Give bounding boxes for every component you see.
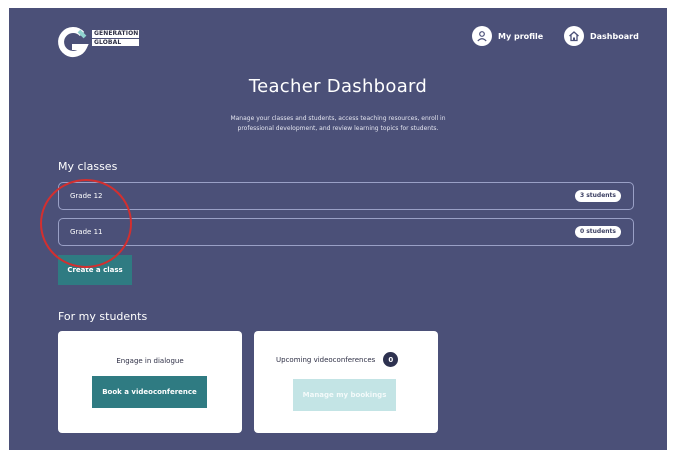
engage-dialogue-card: Engage in dialogue Book a videoconferenc… <box>58 331 242 433</box>
book-videoconference-button[interactable]: Book a videoconference <box>92 376 207 408</box>
card-header: Upcoming videoconferences 0 <box>276 352 399 367</box>
nav-dashboard[interactable]: Dashboard <box>564 26 639 46</box>
nav-dashboard-label: Dashboard <box>590 31 639 41</box>
class-row-grade-11[interactable]: Grade 11 0 students <box>58 218 634 246</box>
user-icon <box>472 26 492 46</box>
student-count-badge: 0 students <box>574 226 621 238</box>
page-subtitle: Manage your classes and students, access… <box>230 115 446 132</box>
nav-my-profile-label: My profile <box>498 31 544 41</box>
page-title: Teacher Dashboard <box>248 76 428 97</box>
home-icon <box>564 26 584 46</box>
for-my-students-heading: For my students <box>58 310 148 323</box>
card-title: Engage in dialogue <box>116 357 184 365</box>
nav-my-profile[interactable]: My profile <box>472 26 543 46</box>
class-row-grade-12[interactable]: Grade 12 3 students <box>58 182 634 210</box>
logo-wordmark: GENERATION GLOBAL <box>92 30 139 47</box>
videoconference-count-badge: 0 <box>383 352 399 367</box>
logo-line2: GLOBAL <box>92 38 139 46</box>
manage-bookings-button[interactable]: Manage my bookings <box>293 379 396 411</box>
red-circle-annotation <box>40 179 132 268</box>
logo[interactable]: GENERATION GLOBAL <box>55 26 139 60</box>
logo-line1: GENERATION <box>92 30 139 38</box>
card-title: Upcoming videoconferences <box>276 355 376 364</box>
logo-mark-icon <box>58 27 89 58</box>
student-count-badge: 3 students <box>574 190 621 202</box>
dashboard-panel: GENERATION GLOBAL My profile Dashboard T… <box>9 8 667 450</box>
upcoming-videoconferences-card: Upcoming videoconferences 0 Manage my bo… <box>254 331 438 433</box>
my-classes-heading: My classes <box>58 160 118 173</box>
